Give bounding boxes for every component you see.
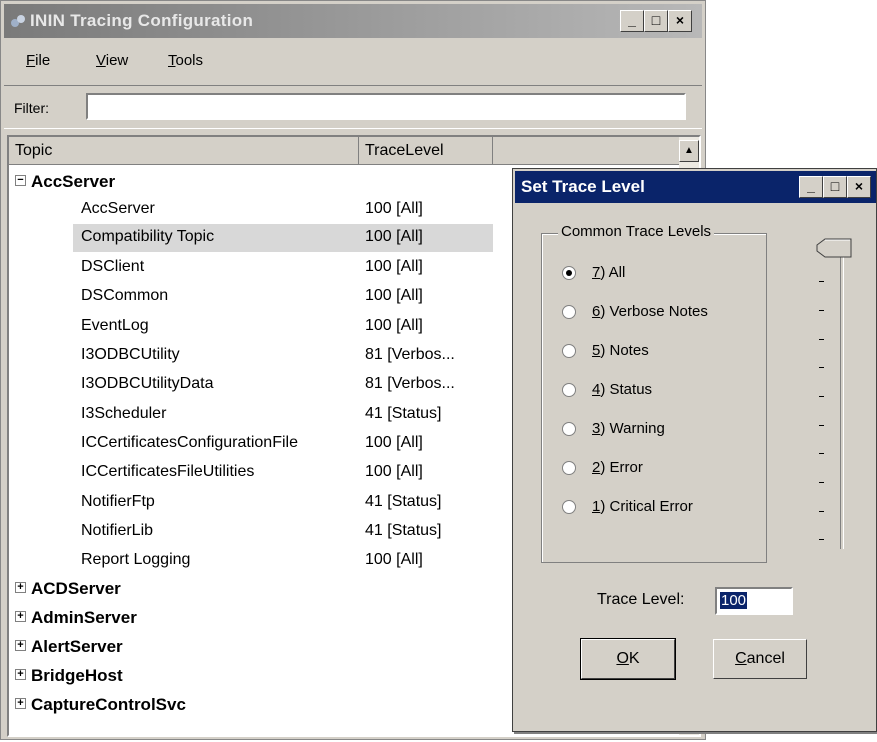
slider-tick: [819, 539, 824, 540]
menu-view[interactable]: View: [96, 52, 128, 69]
slider-tick: [819, 339, 824, 340]
group-label: Common Trace Levels: [558, 223, 715, 240]
radio-icon[interactable]: [562, 422, 576, 436]
window-title: ININ Tracing Configuration: [30, 11, 254, 30]
slider-tick: [819, 453, 824, 454]
ok-button[interactable]: OK: [580, 638, 676, 680]
expand-icon[interactable]: +: [15, 611, 26, 622]
cancel-button[interactable]: Cancel: [713, 639, 807, 679]
minimize-icon[interactable]: _: [620, 10, 644, 32]
title-bar[interactable]: ININ Tracing Configuration _ □ ×: [4, 4, 702, 38]
scroll-up-icon[interactable]: ▲: [679, 140, 699, 162]
filter-label: Filter:: [14, 100, 49, 116]
filter-input[interactable]: [86, 93, 686, 120]
column-header-trace-level[interactable]: TraceLevel: [359, 137, 493, 165]
radio-icon[interactable]: [562, 305, 576, 319]
slider-tick: [819, 396, 824, 397]
radio-icon[interactable]: [562, 383, 576, 397]
common-trace-levels-group: Common Trace Levels 7) All 6) Verbose No…: [541, 223, 767, 563]
filter-panel: Filter:: [4, 85, 702, 129]
column-header-blank: [493, 137, 683, 165]
radio-icon[interactable]: [562, 344, 576, 358]
radio-icon[interactable]: [562, 461, 576, 475]
maximize-icon[interactable]: □: [644, 10, 668, 32]
expand-icon[interactable]: +: [15, 640, 26, 651]
slider-tick: [819, 482, 824, 483]
slider-tick: [819, 511, 824, 512]
dialog-title: Set Trace Level: [521, 177, 645, 196]
slider-tick: [819, 310, 824, 311]
set-trace-level-dialog: Set Trace Level _ □ × Common Trace Level…: [512, 168, 877, 732]
radio-selected-icon[interactable]: [562, 266, 576, 280]
expand-icon[interactable]: +: [15, 669, 26, 680]
app-icon: [11, 15, 25, 27]
trace-level-slider-track[interactable]: [840, 249, 844, 549]
minimize-icon[interactable]: _: [799, 176, 823, 198]
expand-icon[interactable]: +: [15, 698, 26, 709]
slider-tick: [819, 425, 824, 426]
slider-thumb-icon[interactable]: [815, 237, 855, 259]
close-icon[interactable]: ×: [668, 10, 692, 32]
trace-level-label: Trace Level:: [597, 591, 685, 608]
slider-tick: [819, 281, 824, 282]
dialog-title-bar[interactable]: Set Trace Level _ □ ×: [515, 171, 876, 203]
trace-level-input[interactable]: 100: [715, 587, 793, 615]
menu-bar: File View Tools: [4, 41, 702, 81]
menu-file[interactable]: File: [26, 52, 50, 69]
expand-icon[interactable]: +: [15, 582, 26, 593]
column-header-topic[interactable]: Topic: [9, 137, 359, 165]
close-icon[interactable]: ×: [847, 176, 871, 198]
radio-icon[interactable]: [562, 500, 576, 514]
menu-tools[interactable]: Tools: [168, 52, 203, 69]
collapse-icon[interactable]: −: [15, 175, 26, 186]
slider-tick: [819, 367, 824, 368]
maximize-icon[interactable]: □: [823, 176, 847, 198]
